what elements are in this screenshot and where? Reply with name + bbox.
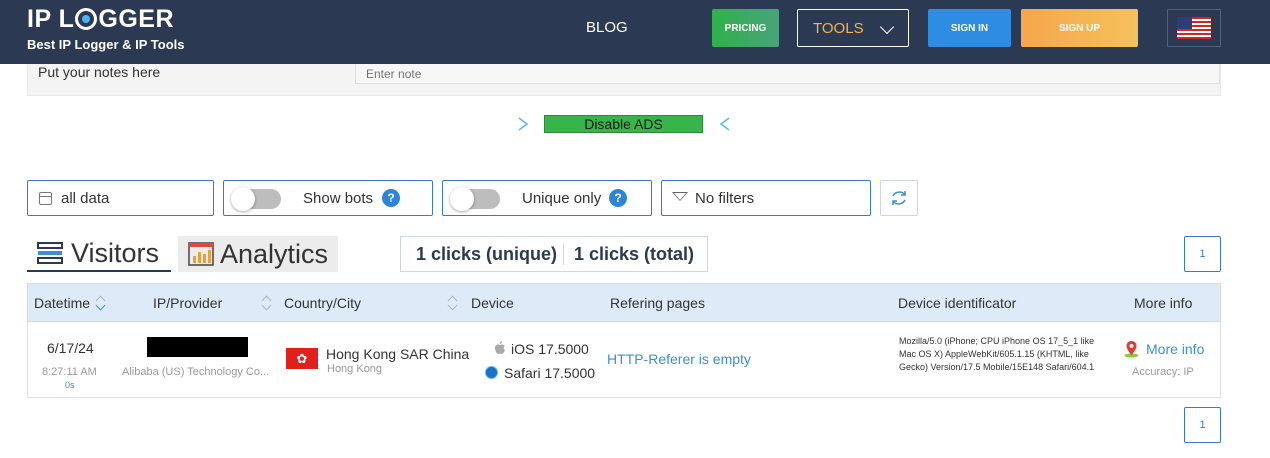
- date-range-value: all data: [61, 189, 110, 207]
- show-bots-label: Show bots: [303, 190, 374, 207]
- site-tagline: Best IP Logger & IP Tools: [27, 37, 185, 52]
- unique-only-toggle[interactable]: [450, 187, 500, 211]
- row-os: iOS 17.5000: [511, 341, 589, 357]
- clicks-unique: 1 clicks (unique): [401, 243, 564, 265]
- apple-icon: [495, 341, 505, 354]
- row-referer[interactable]: HTTP-Referer is empty: [607, 351, 751, 367]
- chevron-down-icon: [879, 19, 895, 35]
- notes-label: Put your notes here: [38, 64, 161, 80]
- disable-ads-button[interactable]: Disable ADS: [544, 115, 703, 133]
- sign-in-button[interactable]: SIGN IN: [928, 9, 1011, 47]
- column-device: Device: [471, 295, 514, 311]
- row-ip-redacted: [147, 337, 248, 357]
- table-header: Datetime IP/Provider Country/City Device…: [27, 283, 1221, 322]
- column-device-identificator: Device identificator: [898, 295, 1017, 311]
- logo-eye-icon: [75, 8, 98, 30]
- filters-label: No filters: [695, 189, 755, 207]
- tab-visitors[interactable]: Visitors: [27, 236, 171, 272]
- site-logo[interactable]: IP L GGER: [27, 5, 174, 33]
- arrow-left-icon: [719, 117, 876, 131]
- row-time: 8:27:11 AM: [42, 366, 97, 378]
- funnel-icon: [672, 192, 688, 201]
- table-row: 6/17/24 8:27:11 AM 0s Alibaba (US) Techn…: [27, 322, 1221, 398]
- calendar-icon: [39, 192, 52, 205]
- tab-visitors-label: Visitors: [71, 237, 160, 268]
- column-ip-provider[interactable]: IP/Provider: [153, 295, 222, 311]
- show-bots-toggle[interactable]: [231, 187, 281, 211]
- clicks-total: 1 clicks (total): [574, 243, 695, 264]
- unique-only-filter: Unique only ?: [442, 180, 652, 216]
- row-browser: Safari 17.5000: [504, 365, 596, 381]
- row-duration: 0s: [65, 380, 75, 390]
- pricing-button[interactable]: PRICING: [712, 9, 779, 47]
- row-date: 6/17/24: [47, 340, 94, 356]
- nav-blog-link[interactable]: BLOG: [586, 19, 628, 36]
- tools-label: TOOLS: [813, 19, 864, 37]
- unique-only-help-icon[interactable]: ?: [609, 189, 627, 207]
- chart-icon: [188, 242, 214, 266]
- tools-dropdown[interactable]: TOOLS: [797, 9, 909, 47]
- top-header: IP L GGER Best IP Logger & IP Tools BLOG …: [0, 0, 1270, 64]
- column-datetime[interactable]: Datetime: [34, 295, 90, 311]
- sort-country-icon[interactable]: [448, 294, 458, 312]
- refresh-button[interactable]: [880, 180, 918, 216]
- column-country-city[interactable]: Country/City: [284, 295, 361, 311]
- unique-only-label: Unique only: [522, 190, 602, 207]
- clicks-summary: 1 clicks (unique) 1 clicks (total): [400, 236, 708, 272]
- logo-text-left: IP L: [27, 5, 75, 33]
- hong-kong-flag-icon: ✿: [286, 348, 318, 369]
- pagination-page-bottom[interactable]: 1: [1184, 407, 1221, 443]
- map-pin-icon: [1124, 341, 1139, 358]
- sort-ip-icon[interactable]: [262, 294, 272, 312]
- refresh-icon: [892, 191, 906, 205]
- arrow-right-icon: [374, 117, 529, 131]
- safari-icon: [485, 366, 498, 379]
- column-more-info: More info: [1134, 295, 1193, 311]
- us-flag-icon: [1177, 17, 1211, 39]
- tab-analytics[interactable]: Analytics: [178, 236, 338, 272]
- show-bots-help-icon[interactable]: ?: [382, 189, 400, 207]
- logo-text-right: GGER: [98, 5, 175, 33]
- show-bots-filter: Show bots ?: [223, 180, 433, 216]
- row-city: Hong Kong: [327, 363, 383, 375]
- row-country: Hong Kong SAR China: [326, 346, 470, 362]
- more-info-link[interactable]: More info: [1146, 341, 1204, 357]
- sign-up-button[interactable]: SIGN UP: [1021, 9, 1138, 47]
- filters-button[interactable]: No filters: [661, 180, 871, 216]
- list-icon: [37, 242, 63, 264]
- row-provider: Alibaba (US) Technology Co...: [122, 366, 270, 378]
- row-accuracy: Accuracy: IP: [1132, 366, 1194, 378]
- notes-input[interactable]: [355, 64, 1220, 84]
- row-user-agent: Mozilla/5.0 (iPhone; CPU iPhone OS 17_5_…: [899, 336, 1095, 372]
- column-refering-pages: Refering pages: [610, 295, 705, 311]
- sort-datetime-icon[interactable]: [96, 294, 106, 312]
- language-selector[interactable]: [1167, 9, 1221, 47]
- tab-analytics-label: Analytics: [220, 238, 329, 269]
- date-range-filter[interactable]: all data: [27, 180, 214, 216]
- pagination-page-top[interactable]: 1: [1184, 236, 1221, 272]
- notes-section: Put your notes here: [27, 64, 1221, 96]
